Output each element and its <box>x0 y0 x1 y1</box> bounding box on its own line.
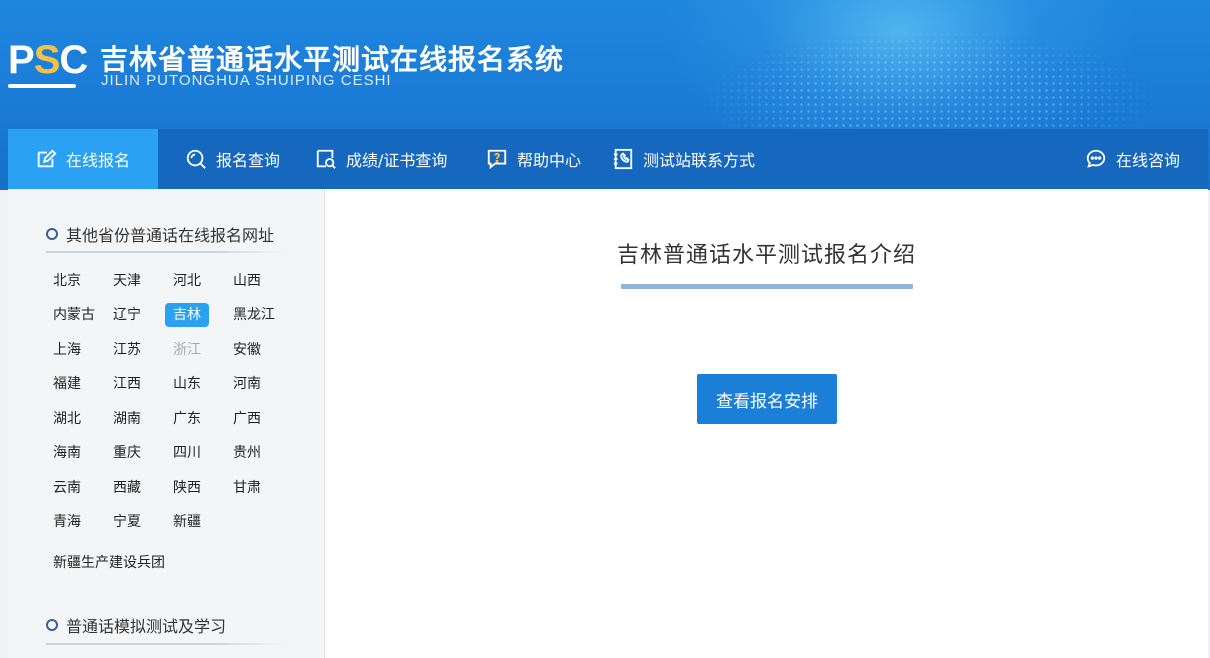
province-link[interactable]: 内蒙古 <box>53 303 95 327</box>
province-link[interactable]: 福建 <box>53 372 81 396</box>
certificate-search-icon <box>314 147 338 171</box>
province-link[interactable]: 天津 <box>113 269 141 293</box>
nav-item-online-signup[interactable]: 在线报名 <box>8 129 158 189</box>
province-link[interactable]: 河北 <box>173 269 201 293</box>
provinces-heading: 其他省份普通话在线报名网址 <box>46 222 274 246</box>
main-nav: 在线报名 报名查询 成绩/证书查询 帮助中心 测试站联系方式 在线咨询 <box>8 129 1208 189</box>
province-link[interactable]: 重庆 <box>113 441 141 465</box>
province-link[interactable]: 山东 <box>173 372 201 396</box>
province-link[interactable]: 海南 <box>53 441 81 465</box>
nav-label: 在线报名 <box>66 151 131 170</box>
province-link[interactable]: 黑龙江 <box>233 303 275 327</box>
province-link[interactable]: 湖南 <box>113 407 141 431</box>
chat-icon <box>1084 147 1108 171</box>
province-link[interactable]: 广东 <box>173 407 201 431</box>
province-link[interactable]: 广西 <box>233 407 261 431</box>
view-schedule-button[interactable]: 查看报名安排 <box>697 374 837 424</box>
province-link[interactable]: 浙江 <box>173 338 201 362</box>
psc-logo[interactable]: PSC <box>8 40 88 90</box>
province-link[interactable]: 陕西 <box>173 476 201 500</box>
nav-item-test-station-contact[interactable]: 测试站联系方式 <box>611 129 755 189</box>
page: PSC 吉林省普通话水平测试在线报名系统 JILIN PUTONGHUA SHU… <box>0 0 1210 658</box>
logo-underline <box>8 84 76 88</box>
heading-divider <box>46 251 286 253</box>
province-link[interactable]: 新疆 <box>173 510 201 534</box>
province-link[interactable]: 安徽 <box>233 338 261 362</box>
province-link[interactable]: 辽宁 <box>113 303 141 327</box>
title-underline <box>621 284 913 289</box>
province-link[interactable]: 湖北 <box>53 407 81 431</box>
province-link[interactable]: 四川 <box>173 441 201 465</box>
site-subtitle: JILIN PUTONGHUA SHUIPING CESHI <box>101 72 392 89</box>
nav-label: 在线咨询 <box>1116 151 1181 170</box>
search-icon <box>184 147 208 171</box>
edit-icon <box>34 147 58 171</box>
mock-test-heading-label: 普通话模拟测试及学习 <box>66 617 227 636</box>
nav-label: 报名查询 <box>216 151 281 170</box>
province-link[interactable]: 青海 <box>53 510 81 534</box>
province-link[interactable]: 江苏 <box>113 338 141 362</box>
nav-label: 成绩/证书查询 <box>346 151 448 170</box>
page-title: 吉林普通话水平测试报名介绍 <box>616 243 916 268</box>
province-link-bingtuan[interactable]: 新疆生产建设兵团 <box>53 551 165 575</box>
province-link[interactable]: 山西 <box>233 269 261 293</box>
province-link[interactable]: 贵州 <box>233 441 261 465</box>
sidebar: 其他省份普通话在线报名网址 北京 天津 河北 山西内蒙古 辽宁 吉林 黑龙江上海 江苏 浙江 安徽… <box>8 189 325 658</box>
nav-item-online-consult[interactable]: 在线咨询 <box>1084 129 1180 189</box>
circle-bullet-icon <box>46 228 58 240</box>
province-link[interactable]: 北京 <box>53 269 81 293</box>
nav-item-score-query[interactable]: 成绩/证书查询 <box>314 129 447 189</box>
nav-label: 帮助中心 <box>517 151 582 170</box>
help-icon <box>485 147 509 171</box>
heading-divider <box>46 643 286 645</box>
logo-letters: PSC <box>8 38 88 82</box>
nav-item-help-center[interactable]: 帮助中心 <box>485 129 581 189</box>
provinces-heading-label: 其他省份普通话在线报名网址 <box>66 226 275 245</box>
province-link[interactable]: 吉林 <box>165 303 209 327</box>
mock-test-heading: 普通话模拟测试及学习 <box>46 613 226 637</box>
main-content: 吉林普通话水平测试报名介绍 查看报名安排 <box>325 189 1208 658</box>
province-link[interactable]: 上海 <box>53 338 81 362</box>
province-link[interactable]: 云南 <box>53 476 81 500</box>
phone-book-icon <box>611 147 635 171</box>
province-link[interactable]: 西藏 <box>113 476 141 500</box>
province-link[interactable]: 甘肃 <box>233 476 261 500</box>
nav-item-signup-query[interactable]: 报名查询 <box>184 129 280 189</box>
circle-bullet-icon <box>46 619 58 631</box>
nav-label: 测试站联系方式 <box>643 151 756 170</box>
province-link[interactable]: 宁夏 <box>113 510 141 534</box>
province-link[interactable]: 江西 <box>113 372 141 396</box>
province-link[interactable]: 河南 <box>233 372 261 396</box>
